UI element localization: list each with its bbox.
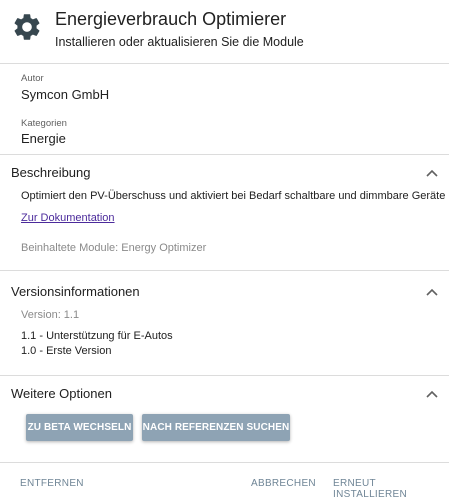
chevron-up-icon[interactable] [425,168,439,178]
description-text: Optimiert den PV-Überschuss und aktivier… [21,190,446,202]
version-entry: 1.1 - Unterstützung für E-Autos [21,330,173,342]
included-modules: Beinhaltete Module: Energy Optimizer [21,242,207,254]
section-options-title: Weitere Optionen [11,386,112,401]
section-description-title: Beschreibung [11,165,91,180]
section-description-header[interactable]: Beschreibung [0,160,449,186]
chevron-up-icon[interactable] [425,389,439,399]
dialog-title: Energieverbrauch Optimierer [55,9,287,29]
reinstall-button[interactable]: ERNEUT INSTALLIEREN [333,478,449,500]
documentation-link[interactable]: Zur Dokumentation [21,212,115,224]
switch-to-beta-button[interactable]: ZU BETA WECHSELN [26,414,133,441]
footer-divider [0,462,449,463]
author-label: Autor [21,73,44,84]
cancel-button[interactable]: ABBRECHEN [251,478,316,489]
search-references-button[interactable]: NACH REFERENZEN SUCHEN [142,414,290,441]
category-value: Energie [21,131,66,146]
section-versions-title: Versionsinformationen [11,284,140,299]
author-value: Symcon GmbH [21,87,110,102]
section-options-header[interactable]: Weitere Optionen [0,381,449,407]
version-entry: 1.0 - Erste Version [21,345,112,357]
chevron-up-icon[interactable] [425,287,439,297]
gear-icon [14,14,40,40]
category-label: Kategorien [21,118,67,129]
dialog-header: Energieverbrauch Optimierer Installieren… [0,0,449,64]
dialog-subtitle: Installieren oder aktualisieren Sie die … [55,35,304,49]
section-versions-header[interactable]: Versionsinformationen [0,279,449,305]
remove-button[interactable]: ENTFERNEN [20,478,84,489]
divider [0,154,449,155]
version-number: Version: 1.1 [21,309,80,321]
divider [0,270,449,271]
divider [0,375,449,376]
